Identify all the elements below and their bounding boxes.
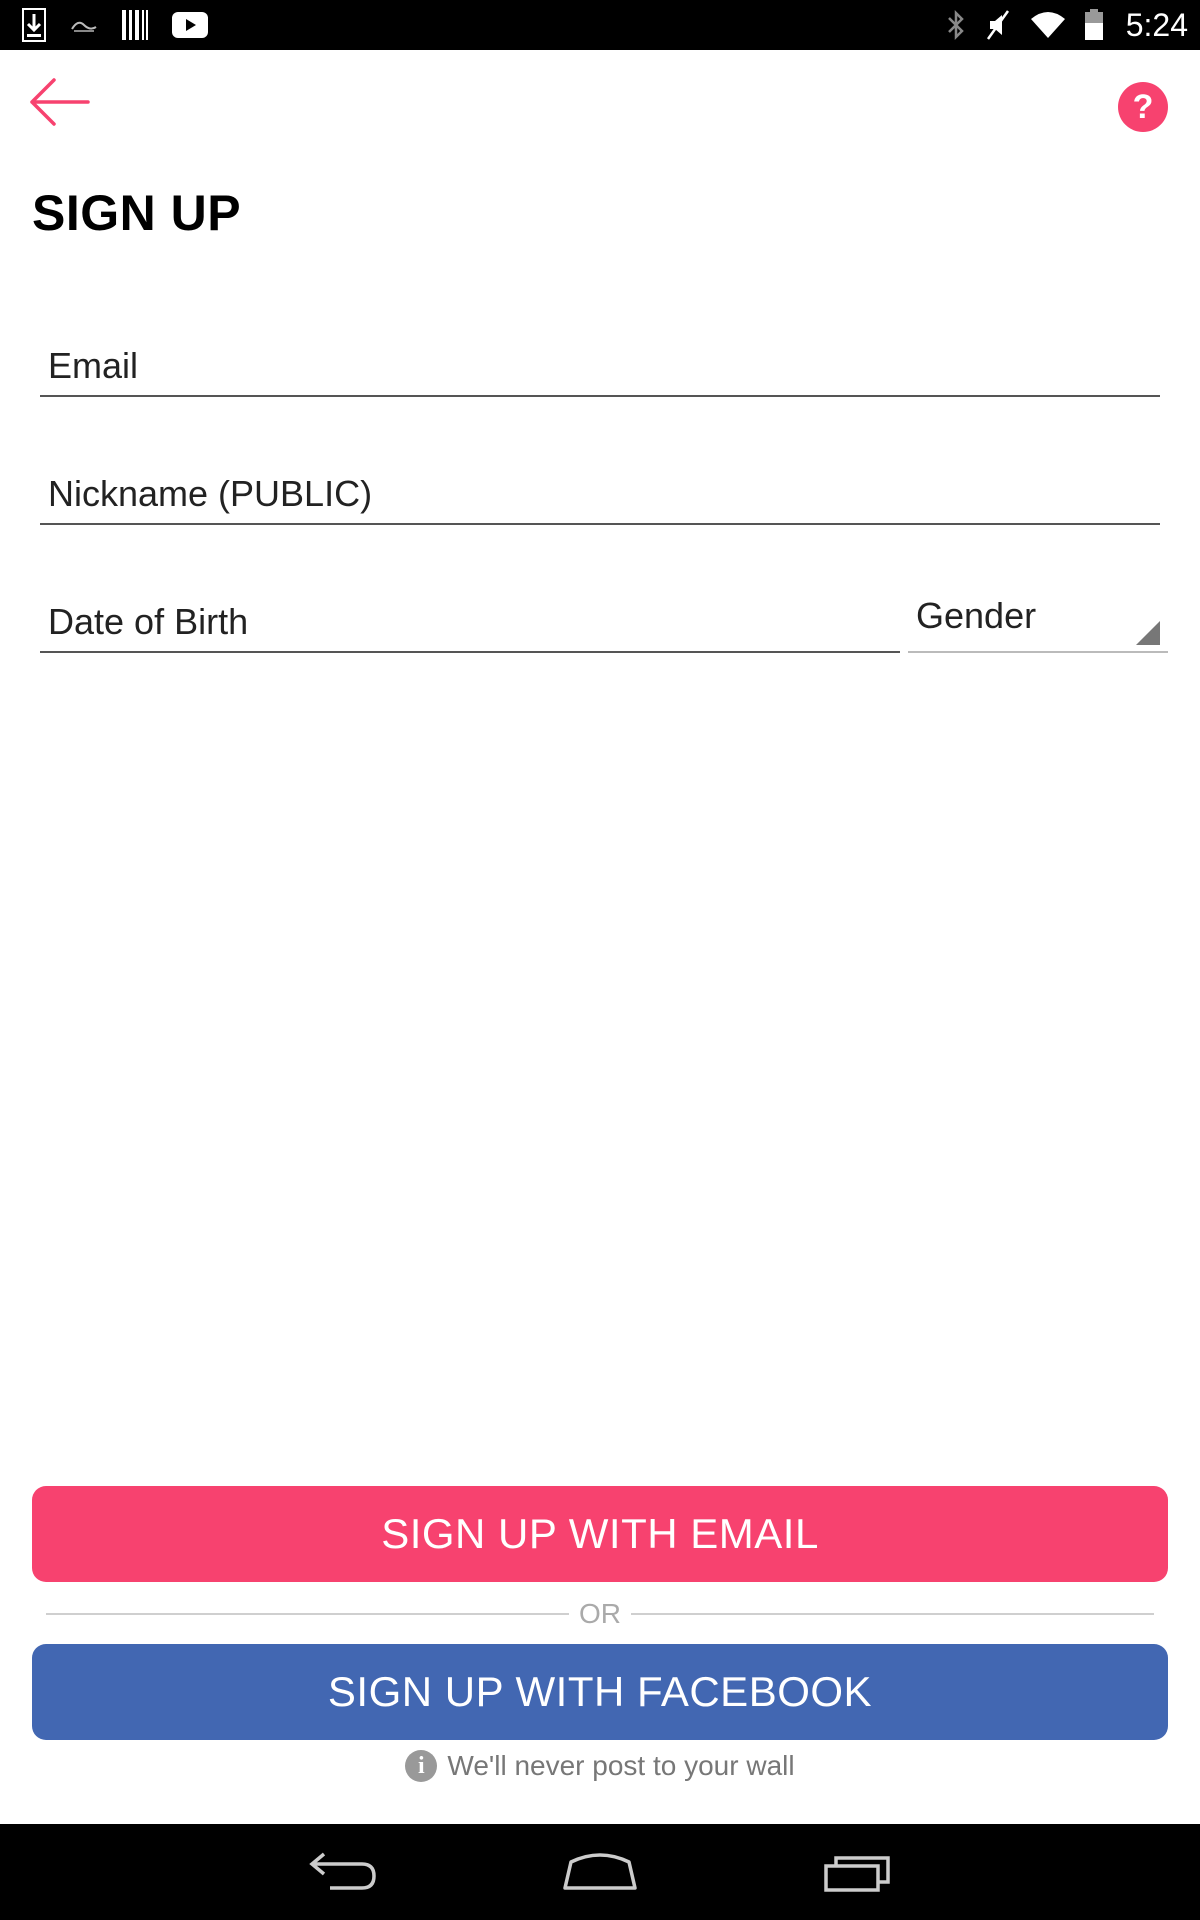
gender-selected-value: Gender [916,595,1037,636]
recent-apps-icon [824,1856,890,1892]
date-of-birth-placeholder: Date of Birth [48,601,249,642]
status-left-icons [22,0,208,50]
nickname-field[interactable]: Nickname (PUBLIC) [40,458,1160,525]
gender-select[interactable]: Gender [908,586,1168,653]
sign-up-facebook-label: SIGN UP WITH FACEBOOK [327,1668,873,1715]
page-title: SIGN UP [32,185,242,241]
mute-icon [986,10,1009,40]
divider-line-left [46,1613,569,1615]
email-placeholder: Email [48,345,139,386]
home-icon [563,1853,637,1890]
sign-up-facebook-button[interactable]: SIGN UP WITH FACEBOOK [32,1644,1168,1740]
or-label: OR [579,1598,621,1629]
battery-icon [1084,9,1103,40]
dropdown-corner-icon [1136,621,1160,645]
sign-up-email-label: SIGN UP WITH EMAIL [381,1510,819,1557]
arrow-left-icon [30,78,90,126]
info-icon: i [405,1750,438,1782]
privacy-note-text: We'll never post to your wall [447,1750,795,1781]
screen: 5:24 ? SIGN UP Email Nickname (PUBLIC) D… [0,0,1200,1920]
navigation-bar [0,1824,1200,1920]
wifi-icon [1030,12,1065,38]
youtube-icon [172,12,208,38]
notification-icon [71,21,97,32]
help-icon: ? [1132,87,1154,126]
nav-back-button[interactable] [300,1842,390,1902]
privacy-note: i We'll never post to your wall [0,1746,1200,1786]
bluetooth-icon [947,9,964,41]
status-bar: 5:24 [0,0,1200,50]
email-field[interactable]: Email [40,330,1160,397]
barcode-icon [122,10,148,40]
nav-home-button[interactable] [555,1842,645,1902]
or-divider: OR [46,1596,1154,1632]
back-button[interactable] [26,72,96,132]
nav-recent-apps-button[interactable] [812,1842,902,1902]
download-icon [22,8,46,42]
status-time: 5:24 [1125,6,1188,43]
sign-up-email-button[interactable]: SIGN UP WITH EMAIL [32,1486,1168,1582]
help-button[interactable]: ? [1118,82,1168,132]
divider-line-right [631,1613,1154,1615]
nickname-placeholder: Nickname (PUBLIC) [48,473,373,514]
date-of-birth-field[interactable]: Date of Birth [40,586,900,653]
back-icon [309,1852,376,1890]
status-right-icons: 5:24 [946,0,1188,50]
